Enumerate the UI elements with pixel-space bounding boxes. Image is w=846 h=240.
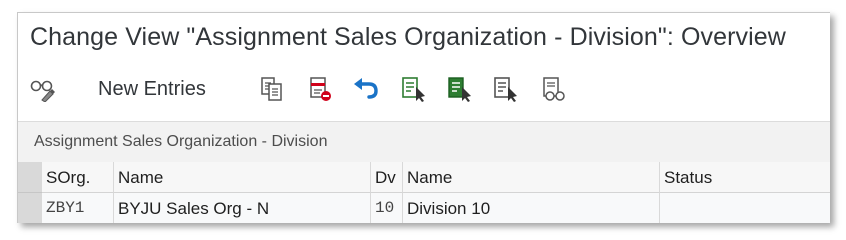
display-change-button[interactable] bbox=[24, 69, 60, 109]
select-all-rows-button[interactable] bbox=[18, 162, 42, 193]
cell-dv-name[interactable]: Division 10 bbox=[403, 193, 660, 223]
sap-window: Change View "Assignment Sales Organizati… bbox=[17, 12, 830, 223]
column-header-sorg-name[interactable]: Name bbox=[114, 162, 371, 193]
undo-change-icon bbox=[352, 77, 380, 101]
select-block-icon bbox=[446, 75, 474, 103]
delete-icon bbox=[307, 75, 333, 103]
print-field-list-button[interactable] bbox=[536, 69, 572, 109]
column-header-dv-name[interactable]: Name bbox=[403, 162, 660, 193]
cell-sorg[interactable]: ZBY1 bbox=[42, 193, 114, 223]
table-row[interactable]: ZBY1 BYJU Sales Org - N 10 Division 10 bbox=[42, 193, 830, 223]
section-title: Assignment Sales Organization - Division bbox=[34, 133, 328, 150]
cell-dv[interactable]: 10 bbox=[371, 193, 403, 223]
delete-button[interactable] bbox=[302, 69, 338, 109]
copy-as-button[interactable] bbox=[254, 69, 290, 109]
print-field-list-icon bbox=[540, 75, 568, 103]
column-header-sorg[interactable]: SOrg. bbox=[42, 162, 114, 193]
undo-change-button[interactable] bbox=[348, 69, 384, 109]
deselect-all-icon bbox=[492, 75, 520, 103]
select-all-icon bbox=[400, 75, 428, 103]
row-selector[interactable] bbox=[18, 193, 42, 223]
page-title: Change View "Assignment Sales Organizati… bbox=[30, 23, 786, 51]
deselect-all-button[interactable] bbox=[488, 69, 524, 109]
cell-sorg-name[interactable]: BYJU Sales Org - N bbox=[114, 193, 371, 223]
column-header-dv[interactable]: Dv bbox=[371, 162, 403, 193]
cell-status[interactable] bbox=[660, 193, 830, 223]
column-header-status[interactable]: Status bbox=[660, 162, 830, 193]
new-entries-button[interactable]: New Entries bbox=[98, 69, 206, 109]
select-block-button[interactable] bbox=[442, 69, 478, 109]
row-selector-column bbox=[18, 162, 43, 223]
select-all-button[interactable] bbox=[396, 69, 432, 109]
display-change-icon bbox=[28, 76, 56, 102]
application-toolbar: New Entries bbox=[18, 69, 830, 109]
table-area: Assignment Sales Organization - Division… bbox=[18, 121, 830, 223]
copy-as-icon bbox=[259, 75, 285, 103]
table-header: SOrg. Name Dv Name Status bbox=[42, 162, 830, 193]
